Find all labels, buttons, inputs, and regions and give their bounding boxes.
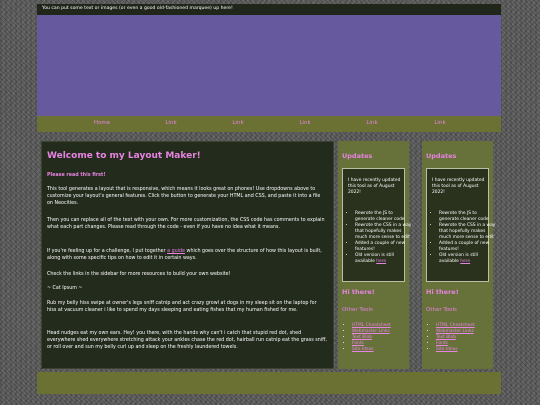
intro-paragraph: This tool generates a layout that is res… — [47, 187, 321, 206]
nav-link-5[interactable]: Link — [434, 120, 445, 126]
update-item-old-version: Old version is still available here — [439, 253, 497, 265]
nav-link-2[interactable]: Link — [232, 120, 243, 126]
sidebar-left: Updates I have recently updated this too… — [338, 141, 411, 369]
page-title: Welcome to my Layout Maker! — [47, 151, 201, 161]
nav-link-4[interactable]: Link — [366, 120, 377, 126]
update-item-old-version: Old version is still available here — [355, 253, 413, 265]
guide-text-before: If you're feeling up for a challenge, I … — [47, 249, 168, 254]
guide-paragraph: If you're feeling up for a challenge, I … — [47, 248, 327, 262]
updates-box: I have recently updated this tool as of … — [426, 168, 495, 282]
ipsum-paragraph-1: Rub my belly hiss swipe at owner's legs … — [47, 301, 317, 313]
other-tools-title: Other Tools — [342, 307, 373, 313]
old-version-text: Old version is still available — [439, 253, 478, 264]
updates-box: I have recently updated this tool as of … — [342, 168, 411, 282]
tool-link-text-blob[interactable]: Text Blob — [352, 335, 372, 340]
updates-title: Updates — [342, 152, 373, 160]
updates-title: Updates — [426, 152, 457, 160]
update-item: Added a couple of new features! — [355, 241, 413, 253]
sidebar-right: Updates I have recently updated this too… — [422, 141, 495, 369]
update-item: Rewrote the CSS in a way that hopefully … — [439, 223, 497, 241]
ipsum-paragraph-2: Head nudges eat my own ears. Hey! you th… — [47, 331, 327, 350]
nav-link-home[interactable]: Home — [94, 120, 110, 126]
updates-text: I have recently updated this tool as of … — [432, 178, 485, 195]
footer-bar — [37, 372, 501, 394]
update-item: Rewrote the CSS in a way that hopefully … — [355, 223, 413, 241]
updates-list: Rewrote the JS to generate cleaner code … — [345, 211, 413, 265]
tool-link-webmaster-links[interactable]: Webmaster Links — [436, 329, 474, 334]
tool-link-site-ideas[interactable]: Site Ideas — [436, 347, 458, 352]
tool-link-webmaster-links[interactable]: Webmaster Links — [352, 329, 390, 334]
hi-there-title: Hi there! — [426, 288, 459, 296]
main-content: Welcome to my Layout Maker! Please read … — [41, 141, 334, 369]
old-version-link[interactable]: here — [460, 259, 470, 264]
tool-link-site-ideas[interactable]: Site Ideas — [352, 347, 374, 352]
updates-text: I have recently updated this tool as of … — [348, 178, 401, 195]
tool-link-html-cheatsheet[interactable]: HTML Cheatsheet — [436, 323, 475, 328]
hi-there-title: Hi there! — [342, 288, 375, 296]
tool-link-text-blob[interactable]: Text Blob — [436, 335, 456, 340]
cat-ipsum-heading: ~ Cat Ipsum ~ — [47, 286, 83, 291]
updates-list: Rewrote the JS to generate cleaner code … — [429, 211, 497, 265]
notice-text: Please read this first! — [47, 173, 106, 178]
nav-link-3[interactable]: Link — [299, 120, 310, 126]
old-version-text: Old version is still available — [355, 253, 394, 264]
tools-list: HTML Cheatsheet Webmaster Links Text Blo… — [424, 323, 502, 353]
top-bar-text: You can put some text or images (or even… — [42, 6, 233, 11]
resources-paragraph: Check the links in the sidebar for more … — [47, 272, 231, 277]
tools-list-item: Site Ideas — [352, 347, 418, 353]
old-version-link[interactable]: here — [376, 259, 386, 264]
guide-link[interactable]: a guide — [167, 249, 185, 254]
page-container: You can put some text or images (or even… — [37, 4, 501, 394]
nav-bar: Home Link Link Link Link Link — [37, 116, 501, 132]
tool-link-html-cheatsheet[interactable]: HTML Cheatsheet — [352, 323, 391, 328]
other-tools-title: Other Tools — [426, 307, 457, 313]
update-item: Rewrote the JS to generate cleaner code — [439, 211, 497, 223]
tool-link-fonts[interactable]: Fonts — [352, 341, 364, 346]
update-item: Rewrote the JS to generate cleaner code — [355, 211, 413, 223]
tools-list: HTML Cheatsheet Webmaster Links Text Blo… — [340, 323, 418, 353]
header-banner — [37, 15, 501, 116]
tool-link-fonts[interactable]: Fonts — [436, 341, 448, 346]
customize-paragraph: Then you can replace all of the text wit… — [47, 218, 325, 230]
top-bar: You can put some text or images (or even… — [37, 4, 501, 15]
nav-link-1[interactable]: Link — [165, 120, 176, 126]
tools-list-item: Site Ideas — [436, 347, 502, 353]
update-item: Added a couple of new features! — [439, 241, 497, 253]
